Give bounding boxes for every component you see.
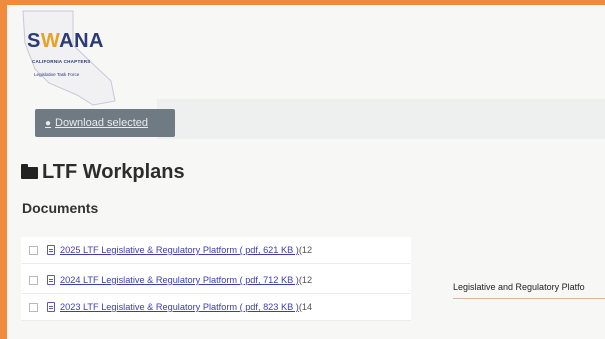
- documents-heading: Documents: [22, 200, 99, 216]
- logo-chapter-text: CALIFORNIA CHAPTERS: [32, 59, 91, 64]
- documents-list: 2025 LTF Legislative & Regulatory Platfo…: [21, 237, 411, 321]
- page-title-text: LTF Workplans: [42, 161, 185, 183]
- download-icon: ●: [45, 117, 52, 129]
- document-link[interactable]: 2023 LTF Legislative & Regulatory Platfo…: [60, 302, 299, 312]
- logo-taskforce-text: Legislative Task Force: [34, 72, 80, 77]
- download-selected-button[interactable]: ● Download selected: [35, 109, 175, 137]
- document-meta: (12: [298, 275, 313, 285]
- document-checkbox[interactable]: [29, 245, 38, 255]
- page: SWANA CALIFORNIA CHAPTERS Legislative Ta…: [7, 5, 605, 339]
- download-selected-label: Download selected: [55, 117, 148, 129]
- document-meta: (12: [298, 245, 313, 255]
- toolbar-band: [157, 99, 605, 139]
- pdf-file-icon: [47, 245, 55, 255]
- list-item: 2025 LTF Legislative & Regulatory Platfo…: [21, 237, 411, 264]
- document-link[interactable]: 2025 LTF Legislative & Regulatory Platfo…: [60, 245, 299, 255]
- logo-wordmark: SWANA: [27, 30, 104, 52]
- folder-icon: [21, 163, 38, 179]
- swana-logo[interactable]: SWANA CALIFORNIA CHAPTERS Legislative Ta…: [15, 9, 135, 109]
- document-preview-title: Legislative and Regulatory Platfo: [453, 282, 585, 292]
- list-item: 2024 LTF Legislative & Regulatory Platfo…: [21, 267, 411, 294]
- document-link[interactable]: 2024 LTF Legislative & Regulatory Platfo…: [60, 275, 299, 285]
- list-item: 2023 LTF Legislative & Regulatory Platfo…: [21, 294, 411, 321]
- pdf-file-icon: [47, 302, 55, 312]
- document-meta: (14: [298, 302, 313, 312]
- document-checkbox[interactable]: [29, 275, 38, 285]
- page-title: LTF Workplans: [21, 161, 185, 184]
- preview-divider: [453, 298, 605, 299]
- pdf-file-icon: [47, 275, 55, 285]
- document-checkbox[interactable]: [29, 302, 38, 312]
